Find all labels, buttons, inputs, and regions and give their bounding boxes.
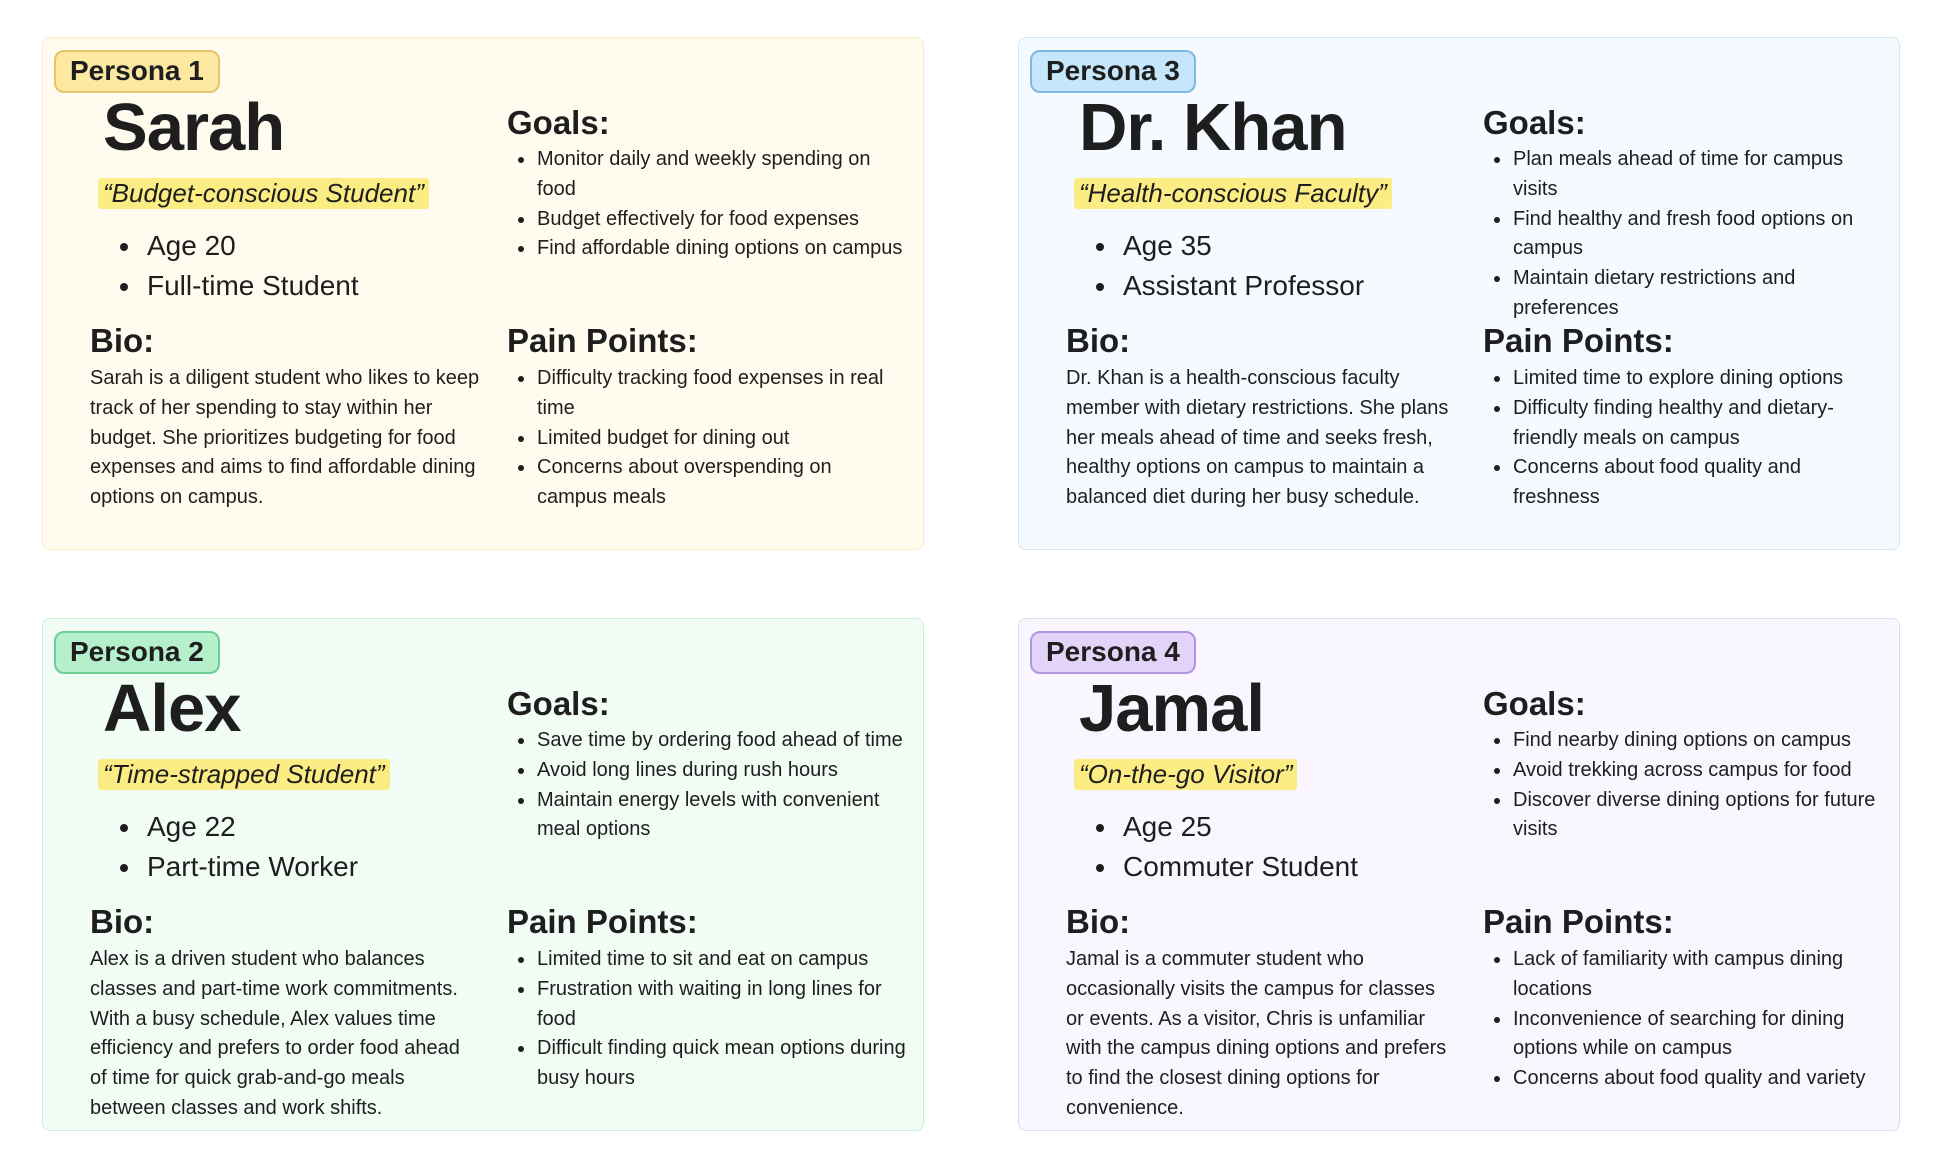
persona-quote: “Health-conscious Faculty” (1074, 178, 1392, 209)
persona-card-dr-khan: Persona 3 Dr. Khan “Health-conscious Fac… (1018, 37, 1900, 550)
goal-item: Monitor daily and weekly spending on foo… (536, 145, 907, 205)
fact-role: Part-time Worker (143, 847, 503, 887)
fact-role: Full-time Student (143, 266, 503, 306)
persona-card-alex: Persona 2 Alex “Time-strapped Student” A… (42, 618, 924, 1131)
goal-item: Maintain energy levels with convenient m… (536, 786, 907, 846)
pain-point-item: Lack of familiarity with campus dining l… (1512, 945, 1883, 1005)
goals-list: Save time by ordering food ahead of time… (507, 726, 907, 845)
pain-point-item: Concerns about food quality and variety (1512, 1064, 1883, 1094)
goals-heading: Goals: (507, 104, 610, 141)
persona-tag: Persona 4 (1030, 631, 1196, 674)
pain-points-list: Lack of familiarity with campus dining l… (1483, 945, 1883, 1094)
pain-points-heading: Pain Points: (1483, 903, 1674, 940)
bio-heading: Bio: (1066, 903, 1131, 940)
goal-item: Plan meals ahead of time for campus visi… (1512, 145, 1883, 205)
goals-heading: Goals: (1483, 104, 1586, 141)
persona-name: Dr. Khan (1079, 90, 1347, 165)
goal-item: Discover diverse dining options for futu… (1512, 786, 1883, 846)
bio-heading: Bio: (1066, 322, 1131, 359)
pain-point-item: Concerns about overspending on campus me… (536, 453, 907, 513)
persona-facts: Age 35 Assistant Professor (1079, 226, 1479, 306)
pain-points-heading: Pain Points: (1483, 322, 1674, 359)
goals-heading: Goals: (1483, 685, 1586, 722)
persona-tag: Persona 3 (1030, 50, 1196, 93)
persona-facts: Age 22 Part-time Worker (103, 807, 503, 887)
goals-list: Plan meals ahead of time for campus visi… (1483, 145, 1883, 324)
persona-card-sarah: Persona 1 Sarah “Budget-conscious Studen… (42, 37, 924, 550)
pain-point-item: Difficult finding quick mean options dur… (536, 1034, 907, 1094)
persona-tag: Persona 2 (54, 631, 220, 674)
persona-name: Jamal (1079, 671, 1265, 746)
fact-role: Assistant Professor (1119, 266, 1479, 306)
fact-age: Age 35 (1119, 226, 1479, 266)
bio-heading: Bio: (90, 322, 155, 359)
goal-item: Budget effectively for food expenses (536, 205, 907, 235)
pain-point-item: Limited time to sit and eat on campus (536, 945, 907, 975)
pain-points-list: Difficulty tracking food expenses in rea… (507, 364, 907, 513)
fact-age: Age 22 (143, 807, 503, 847)
pain-points-list: Limited time to sit and eat on campus Fr… (507, 945, 907, 1094)
fact-age: Age 25 (1119, 807, 1479, 847)
persona-card-jamal: Persona 4 Jamal “On-the-go Visitor” Age … (1018, 618, 1900, 1131)
pain-points-heading: Pain Points: (507, 322, 698, 359)
pain-point-item: Difficulty tracking food expenses in rea… (536, 364, 907, 424)
goal-item: Find nearby dining options on campus (1512, 726, 1883, 756)
goal-item: Avoid trekking across campus for food (1512, 756, 1883, 786)
goal-item: Find healthy and fresh food options on c… (1512, 205, 1883, 265)
goals-list: Monitor daily and weekly spending on foo… (507, 145, 907, 264)
persona-quote: “On-the-go Visitor” (1074, 759, 1298, 790)
goal-item: Save time by ordering food ahead of time (536, 726, 907, 756)
goals-heading: Goals: (507, 685, 610, 722)
persona-facts: Age 20 Full-time Student (103, 226, 503, 306)
pain-point-item: Difficulty finding healthy and dietary-f… (1512, 394, 1883, 454)
pain-point-item: Inconvenience of searching for dining op… (1512, 1005, 1883, 1065)
persona-tag: Persona 1 (54, 50, 220, 93)
persona-facts: Age 25 Commuter Student (1079, 807, 1479, 887)
pain-point-item: Limited budget for dining out (536, 424, 907, 454)
bio-text: Jamal is a commuter student who occasion… (1066, 948, 1447, 1119)
persona-quote: “Time-strapped Student” (98, 759, 390, 790)
pain-points-list: Limited time to explore dining options D… (1483, 364, 1883, 513)
bio-text: Dr. Khan is a health-conscious faculty m… (1066, 367, 1449, 509)
fact-role: Commuter Student (1119, 847, 1479, 887)
pain-point-item: Concerns about food quality and freshnes… (1512, 453, 1883, 513)
bio-text: Sarah is a diligent student who likes to… (90, 367, 480, 509)
goal-item: Maintain dietary restrictions and prefer… (1512, 264, 1883, 324)
persona-name: Sarah (103, 90, 285, 165)
pain-point-item: Frustration with waiting in long lines f… (536, 975, 907, 1035)
goals-list: Find nearby dining options on campus Avo… (1483, 726, 1883, 845)
persona-name: Alex (103, 671, 242, 746)
persona-quote: “Budget-conscious Student” (98, 178, 429, 209)
goal-item: Avoid long lines during rush hours (536, 756, 907, 786)
pain-points-heading: Pain Points: (507, 903, 698, 940)
pain-point-item: Limited time to explore dining options (1512, 364, 1883, 394)
goal-item: Find affordable dining options on campus (536, 234, 907, 264)
bio-text: Alex is a driven student who balances cl… (90, 948, 460, 1119)
fact-age: Age 20 (143, 226, 503, 266)
bio-heading: Bio: (90, 903, 155, 940)
